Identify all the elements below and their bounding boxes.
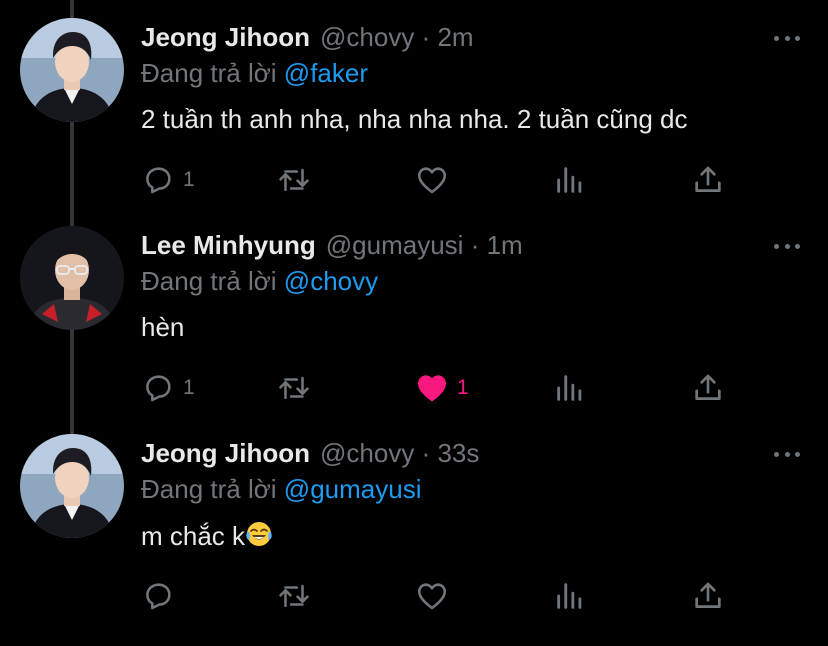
tweet-header: Jeong Jihoon @chovy · 2m xyxy=(141,22,474,53)
analytics-button[interactable] xyxy=(553,576,587,616)
separator-dot: · xyxy=(421,22,431,52)
user-handle[interactable]: @chovy xyxy=(320,22,414,52)
analytics-button[interactable] xyxy=(553,368,587,408)
reply-count: 1 xyxy=(183,376,195,399)
retweet-button[interactable] xyxy=(277,368,319,408)
retweet-icon xyxy=(279,376,309,400)
display-name[interactable]: Jeong Jihoon xyxy=(141,22,310,52)
avatar[interactable] xyxy=(20,18,124,122)
tweet-header: Lee Minhyung @gumayusi · 1m xyxy=(141,230,523,261)
reply-button[interactable] xyxy=(141,576,183,616)
share-icon xyxy=(695,166,721,192)
like-icon xyxy=(417,583,447,610)
tweet-text-container: m chắc k xyxy=(141,520,273,552)
user-handle[interactable]: @gumayusi xyxy=(326,230,464,260)
reply-icon xyxy=(146,167,171,194)
replying-to-label: Đang trả lời xyxy=(141,474,277,504)
more-icon[interactable] xyxy=(774,32,800,44)
tweet[interactable]: Jeong Jihoon @chovy · 33s Đang trả lời @g… xyxy=(0,416,828,624)
like-icon xyxy=(417,167,447,194)
replying-to: Đang trả lời @chovy xyxy=(141,266,378,297)
like-button[interactable] xyxy=(415,160,457,200)
like-count: 1 xyxy=(457,376,469,399)
mention-link[interactable]: @faker xyxy=(284,58,368,88)
display-name[interactable]: Lee Minhyung xyxy=(141,230,316,260)
action-bar xyxy=(141,576,741,616)
tweet[interactable]: Jeong Jihoon @chovy · 2m Đang trả lời @fa… xyxy=(0,0,828,208)
timestamp[interactable]: 33s xyxy=(437,438,479,468)
reply-icon xyxy=(146,375,171,402)
replying-to-label: Đang trả lời xyxy=(141,58,277,88)
replying-to: Đang trả lời @gumayusi xyxy=(141,474,421,505)
display-name[interactable]: Jeong Jihoon xyxy=(141,438,310,468)
reply-button[interactable]: 1 xyxy=(141,368,195,408)
analytics-icon xyxy=(557,375,582,401)
replying-to: Đang trả lời @faker xyxy=(141,58,368,89)
tweet[interactable]: Lee Minhyung @gumayusi · 1m Đang trả lời … xyxy=(0,208,828,416)
tweet-text: m chắc k xyxy=(141,521,246,551)
like-icon xyxy=(417,375,447,402)
tweet-text: hèn xyxy=(141,312,185,342)
reply-count: 1 xyxy=(183,168,195,191)
share-button[interactable] xyxy=(691,368,725,408)
reply-button[interactable]: 1 xyxy=(141,160,195,200)
timestamp[interactable]: 1m xyxy=(487,230,523,260)
mention-link[interactable]: @chovy xyxy=(284,266,378,296)
share-icon xyxy=(695,582,721,608)
like-button[interactable]: 1 xyxy=(415,368,469,408)
analytics-icon xyxy=(557,583,582,609)
retweet-icon xyxy=(279,168,309,192)
avatar[interactable] xyxy=(20,226,124,330)
action-bar: 1 xyxy=(141,160,741,200)
tweet-header: Jeong Jihoon @chovy · 33s xyxy=(141,438,479,469)
avatar[interactable] xyxy=(20,434,124,538)
tweet-text: 2 tuần th anh nha, nha nha nha. 2 tuần c… xyxy=(141,104,688,134)
separator-dot: · xyxy=(470,230,480,260)
separator-dot: · xyxy=(421,438,431,468)
share-button[interactable] xyxy=(691,160,725,200)
like-button[interactable] xyxy=(415,576,457,616)
more-icon[interactable] xyxy=(774,448,800,460)
retweet-button[interactable] xyxy=(277,576,319,616)
retweet-button[interactable] xyxy=(277,160,319,200)
more-icon[interactable] xyxy=(774,240,800,252)
mention-link[interactable]: @gumayusi xyxy=(284,474,422,504)
replying-to-label: Đang trả lời xyxy=(141,266,277,296)
retweet-icon xyxy=(279,584,309,608)
timestamp[interactable]: 2m xyxy=(437,22,473,52)
reply-icon xyxy=(146,583,171,610)
analytics-icon xyxy=(557,167,582,193)
face-with-tears-of-joy-icon xyxy=(246,522,272,546)
action-bar: 1 1 xyxy=(141,368,741,408)
share-icon xyxy=(695,374,721,400)
share-button[interactable] xyxy=(691,576,725,616)
user-handle[interactable]: @chovy xyxy=(320,438,414,468)
analytics-button[interactable] xyxy=(553,160,587,200)
